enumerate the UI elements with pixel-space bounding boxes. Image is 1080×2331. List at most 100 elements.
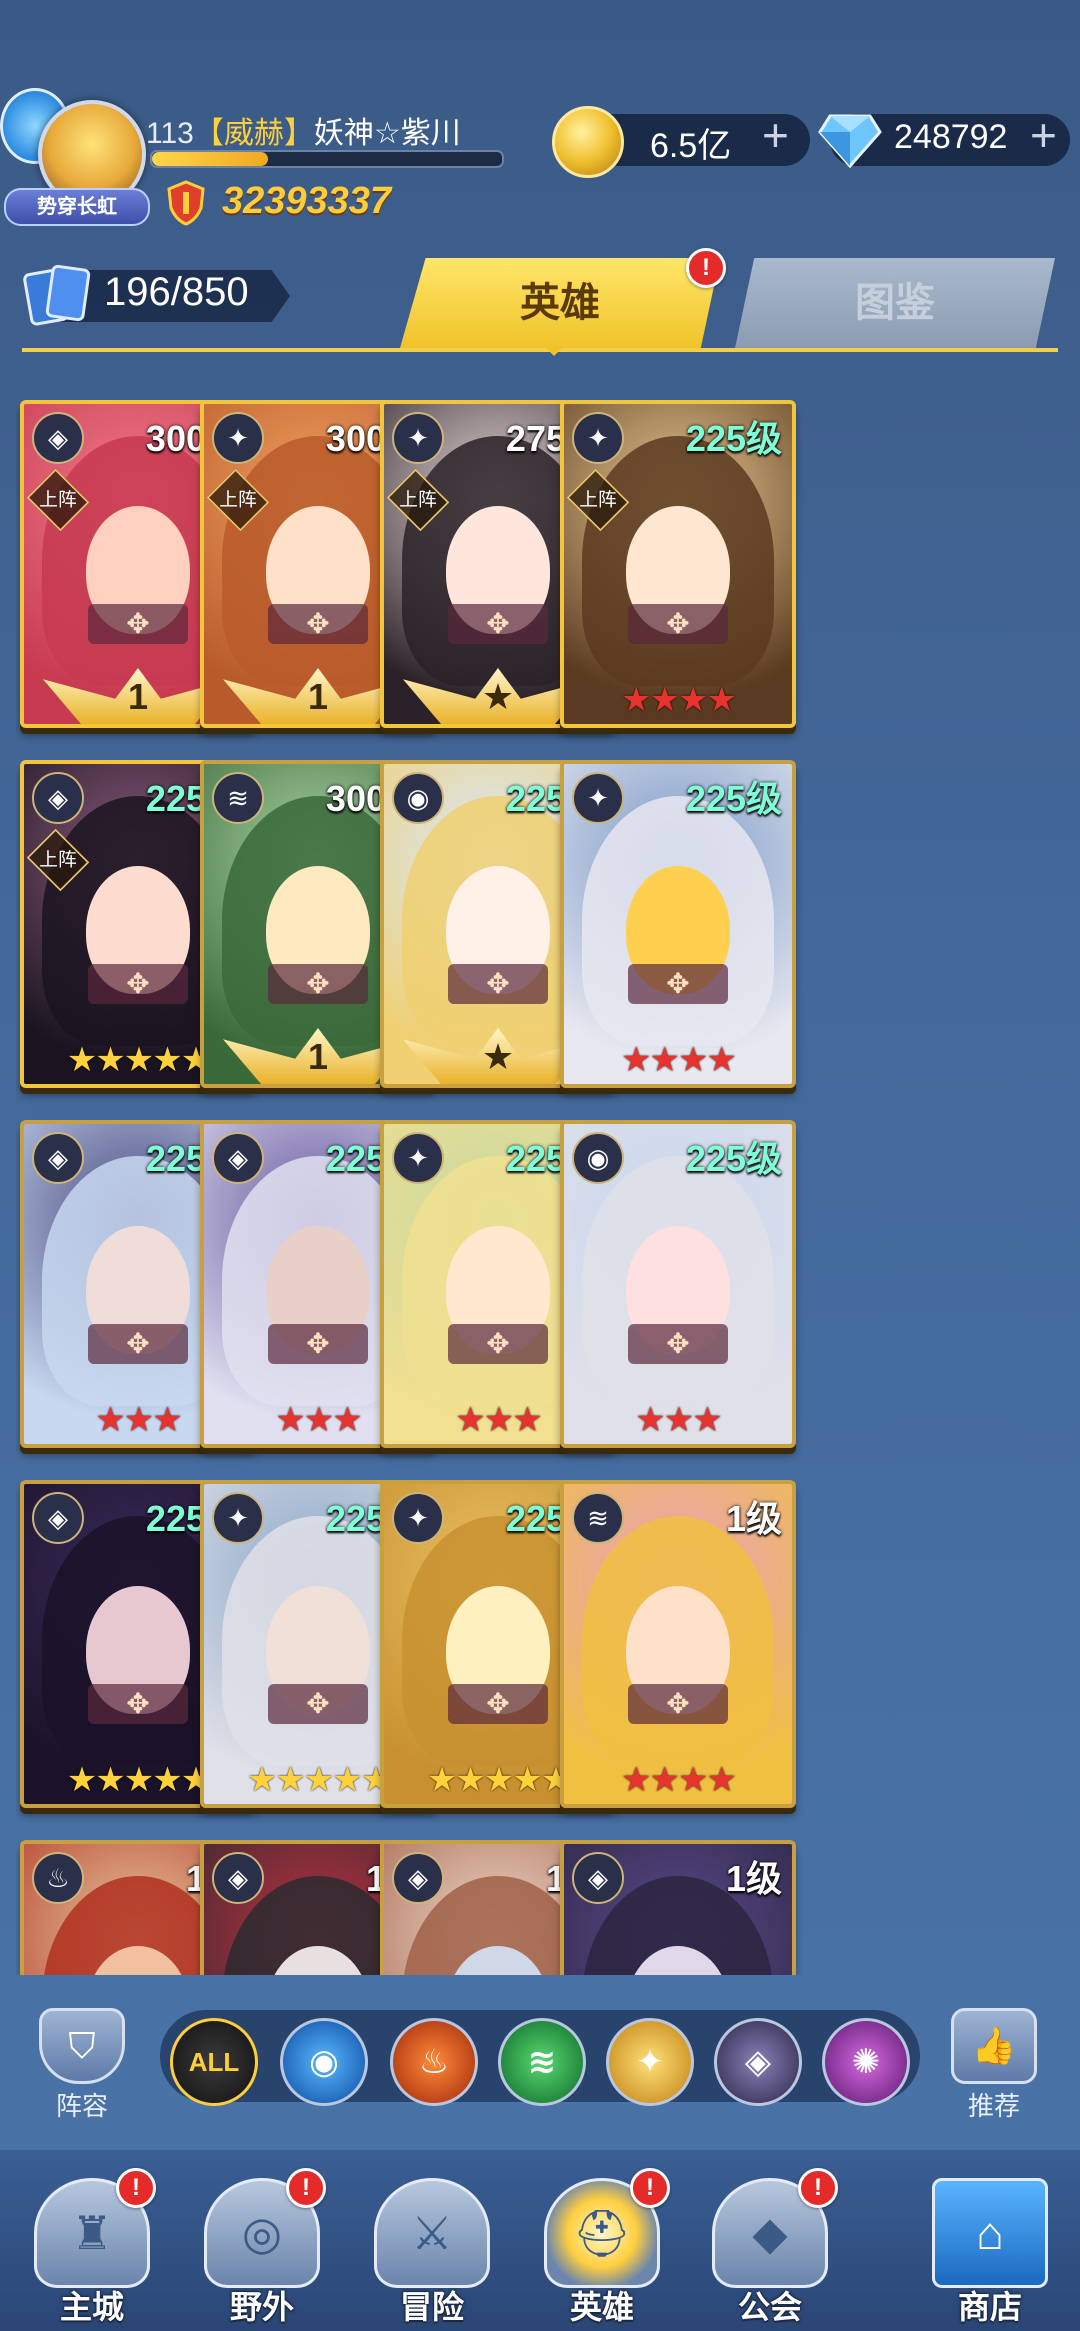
hero-level: 1级 [725, 1498, 782, 1539]
tab-heroes-alert-badge: ! [686, 248, 726, 288]
sword-gate-icon: ⚔ [374, 2178, 490, 2288]
nav-main-city-alert: ! [116, 2168, 156, 2208]
hero-stars: ★★★ [635, 1401, 722, 1439]
recommend-label: 推荐 [967, 2091, 1020, 2121]
thumbs-up-icon: 👍 [951, 2008, 1037, 2084]
hero-level: 1级 [725, 1858, 782, 1899]
filter-dark-icon[interactable]: ◈ [714, 2018, 802, 2106]
faction-wind-icon: ≋ [572, 1492, 624, 1544]
class-emblem-icon: ✥ [448, 1684, 548, 1724]
faction-light-icon: ✦ [392, 1492, 444, 1544]
nav-adventure-label: 冒险 [399, 2289, 464, 2325]
nav-heroes[interactable]: ⛑ 英雄 ! [532, 2168, 672, 2328]
faction-dark-icon: ◈ [32, 1492, 84, 1544]
hero-card[interactable]: ✦ 225级 ✥ ★★★★ [560, 760, 796, 1088]
faction-dark-icon: ◈ [32, 1132, 84, 1184]
hero-card[interactable]: ≋ 1级 ✥ ★★★★ [560, 1480, 796, 1808]
hero-level: 225级 [685, 1138, 782, 1179]
class-emblem-icon: ✥ [268, 964, 368, 1004]
lineup-label: 阵容 [55, 2091, 108, 2121]
class-emblem-icon: ✥ [88, 604, 188, 644]
class-emblem-icon: ✥ [268, 1684, 368, 1724]
player-avatar[interactable]: 势穿长虹 [0, 88, 150, 238]
nav-guild-alert: ! [798, 2168, 838, 2208]
player-name: 妖神☆紫川 [313, 117, 461, 150]
nav-wild-alert: ! [286, 2168, 326, 2208]
filter-wind-icon[interactable]: ≋ [498, 2018, 586, 2106]
faction-light-icon: ✦ [572, 772, 624, 824]
shop-stall-icon: ⌂ [932, 2178, 1048, 2288]
tab-pointer [544, 346, 564, 356]
filter-all-button[interactable]: ALL [170, 2018, 258, 2106]
faction-light-icon: ✦ [392, 412, 444, 464]
hero-card[interactable]: ◉ 225级 ✥ ★★★ [560, 1120, 796, 1448]
hero-rank: ★ [481, 676, 515, 717]
add-gold-button[interactable]: + [762, 108, 789, 162]
player-xp-bar [150, 150, 504, 168]
faction-light-icon: ✦ [572, 412, 624, 464]
nav-guild-label: 公会 [737, 2289, 802, 2325]
combat-power-icon [167, 180, 205, 226]
player-name-line: 113【威赫】妖神☆紫川 [146, 108, 461, 152]
nav-main-city[interactable]: ♜ 主城 ! [22, 2168, 162, 2328]
hero-stars: ★★★★ [621, 1761, 737, 1799]
class-emblem-icon: ✥ [88, 964, 188, 1004]
nav-adventure[interactable]: ⚔ 冒险 [362, 2178, 502, 2328]
nav-shop[interactable]: ⌂ 商店 [920, 2178, 1060, 2328]
hero-card[interactable]: ✦ 225级 上阵 ✥ ★★★★ [560, 400, 796, 728]
nav-wild-label: 野外 [229, 2289, 294, 2325]
class-emblem-icon: ✥ [628, 1684, 728, 1724]
hero-grid: ◈300级上阵✥1!✦300级上阵✥1✦275级上阵✥★!✦225级上阵✥★★★… [16, 400, 1066, 1975]
faction-dark-icon: ◈ [392, 1852, 444, 1904]
class-emblem-icon: ✥ [448, 604, 548, 644]
class-emblem-icon: ✥ [448, 964, 548, 1004]
hero-level: 225级 [685, 778, 782, 819]
class-emblem-icon: ✥ [88, 1324, 188, 1364]
class-emblem-icon: ✥ [88, 1684, 188, 1724]
roster-count: 196/850 [104, 270, 249, 314]
hero-rank: 1 [307, 1036, 329, 1077]
nav-heroes-alert: ! [630, 2168, 670, 2208]
hero-rank: ★ [481, 1036, 515, 1077]
combat-power-value: 32393337 [222, 180, 392, 222]
nav-heroes-label: 英雄 [569, 2289, 634, 2325]
faction-light-icon: ✦ [212, 412, 264, 464]
hero-card[interactable]: ◈ 1级 [560, 1840, 796, 1975]
class-emblem-icon: ✥ [628, 604, 728, 644]
hero-rank: 1 [127, 676, 149, 717]
nav-shop-label: 商店 [957, 2289, 1022, 2325]
gem-amount: 248792 [894, 118, 1008, 156]
class-emblem-icon: ✥ [628, 1324, 728, 1364]
player-title-tag: 【威赫】 [193, 117, 314, 150]
class-emblem-icon: ✥ [268, 604, 368, 644]
filter-light-icon[interactable]: ✦ [606, 2018, 694, 2106]
filter-water-icon[interactable]: ◉ [280, 2018, 368, 2106]
faction-dark-icon: ◈ [572, 1852, 624, 1904]
faction-light-icon: ✦ [392, 1132, 444, 1184]
faction-dark-icon: ◈ [32, 772, 84, 824]
nav-main-city-label: 主城 [59, 2289, 124, 2325]
diamond-icon [818, 114, 882, 168]
hero-level: 225级 [685, 418, 782, 459]
hero-rank: 1 [307, 676, 329, 717]
recommend-button[interactable]: 👍 推荐 [948, 2008, 1040, 2121]
gold-amount: 6.5亿 [650, 127, 732, 165]
class-emblem-icon: ✥ [268, 1324, 368, 1364]
hero-stars: ★★★★ [621, 681, 737, 719]
lineup-button[interactable]: ⛉ 阵容 [36, 2008, 128, 2121]
lineup-shield-icon: ⛉ [39, 2008, 125, 2084]
tab-heroes[interactable]: 英雄 [400, 258, 720, 348]
add-gems-button[interactable]: + [1030, 108, 1057, 162]
nav-wild[interactable]: ◎ 野外 ! [192, 2168, 332, 2328]
faction-light-icon: ✦ [212, 1492, 264, 1544]
filter-fire-icon[interactable]: ♨ [390, 2018, 478, 2106]
filter-mystic-icon[interactable]: ✺ [822, 2018, 910, 2106]
faction-fire-icon: ♨ [32, 1852, 84, 1904]
avatar-title-badge: 势穿长虹 [4, 188, 150, 226]
nav-guild[interactable]: ◆ 公会 ! [700, 2168, 840, 2328]
hero-stars: ★★★★ [621, 1041, 737, 1079]
tab-codex[interactable]: 图鉴 [735, 258, 1055, 348]
hero-cards-icon [23, 264, 91, 326]
faction-dark-icon: ◈ [212, 1132, 264, 1184]
class-emblem-icon: ✥ [628, 964, 728, 1004]
